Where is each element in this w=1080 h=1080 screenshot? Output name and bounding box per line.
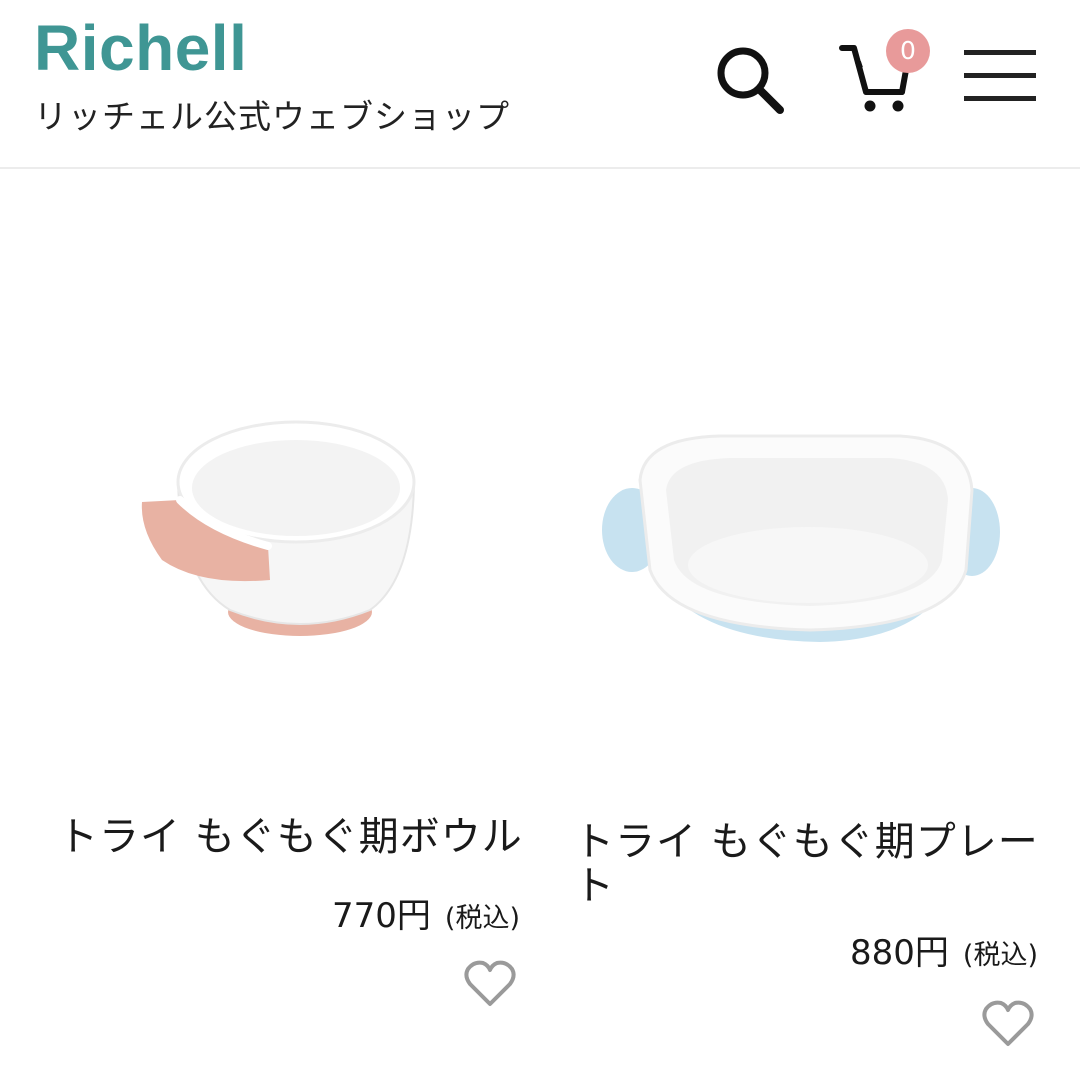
cart-count-badge: 0 <box>886 29 930 73</box>
hamburger-menu-icon[interactable] <box>962 48 1038 104</box>
price-row: 770円 (税込) <box>332 888 520 937</box>
product-card[interactable]: トライ もぐもぐ期プレート 880円 (税込) <box>540 170 1080 1080</box>
tax-label: (税込) <box>962 940 1038 971</box>
site-header: Richell リッチェル公式ウェブショップ 0 <box>0 0 1080 168</box>
product-card[interactable]: トライ もぐもぐ期ボウル 770円 (税込) <box>0 170 540 1080</box>
shop-subtitle: リッチェル公式ウェブショップ <box>34 97 510 136</box>
heart-favorite-icon[interactable] <box>462 958 518 1010</box>
brand-logo[interactable]: Richell <box>34 16 247 80</box>
header-divider <box>0 167 1080 169</box>
heart-favorite-icon[interactable] <box>980 998 1036 1050</box>
plate-product-image[interactable] <box>600 420 1010 660</box>
tax-label: (税込) <box>444 903 520 934</box>
bowl-product-image[interactable] <box>140 410 430 670</box>
product-name[interactable]: トライ もぐもぐ期プレート <box>574 820 1044 908</box>
product-name[interactable]: トライ もぐもぐ期ボウル <box>58 815 528 859</box>
product-price: 770円 <box>332 896 431 936</box>
price-row: 880円 (税込) <box>850 925 1038 974</box>
search-icon[interactable] <box>712 42 788 118</box>
product-price: 880円 <box>850 933 949 973</box>
